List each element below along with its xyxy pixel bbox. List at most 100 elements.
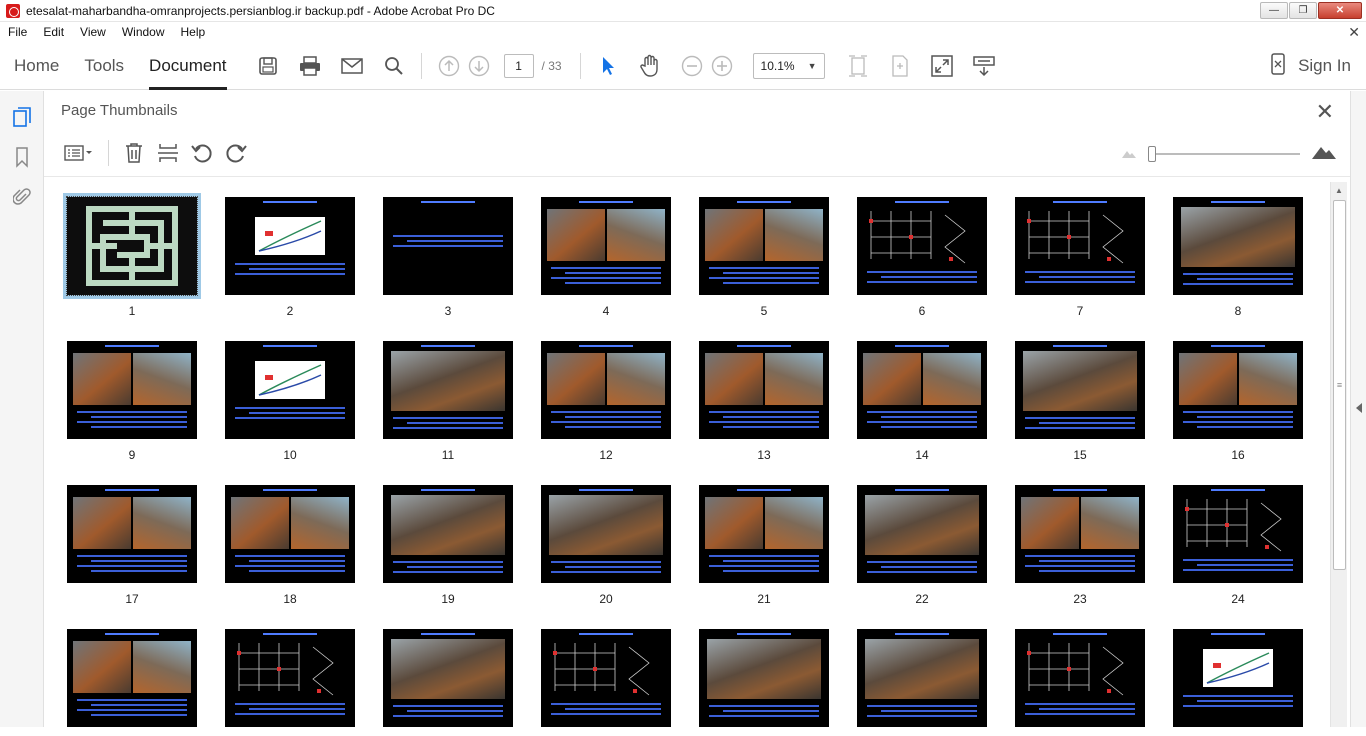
- sign-in-button[interactable]: Sign In: [1298, 56, 1351, 76]
- page-thumbnail[interactable]: 17: [62, 485, 202, 606]
- close-icon[interactable]: ✕: [1316, 99, 1334, 125]
- page-thumbnail[interactable]: [378, 629, 518, 736]
- thumbnail-heading: [1211, 345, 1265, 347]
- slide-photo: [765, 497, 823, 549]
- menu-edit[interactable]: Edit: [35, 25, 72, 39]
- rotate-counterclockwise-icon[interactable]: [189, 140, 215, 166]
- page-thumbnail[interactable]: 21: [694, 485, 834, 606]
- page-thumbnail[interactable]: 1: [62, 196, 202, 318]
- search-icon[interactable]: [379, 51, 409, 81]
- page-thumbnail[interactable]: 24: [1168, 485, 1308, 606]
- fit-width-icon[interactable]: [843, 51, 873, 81]
- page-thumbnails-icon[interactable]: [0, 97, 44, 137]
- page-thumbnail[interactable]: 10: [220, 341, 360, 462]
- page-number-input[interactable]: 1: [503, 53, 534, 78]
- thumbnail-heading: [105, 633, 159, 635]
- print-icon[interactable]: [295, 51, 325, 81]
- page-thumbnail[interactable]: 5: [694, 197, 834, 318]
- tab-tools[interactable]: Tools: [84, 42, 124, 90]
- options-menu-icon[interactable]: [62, 140, 96, 166]
- close-document-icon[interactable]: ✕: [1348, 24, 1360, 41]
- scroll-up-icon[interactable]: ▲: [1331, 182, 1347, 199]
- menu-help[interactable]: Help: [173, 25, 214, 39]
- menu-file[interactable]: File: [0, 25, 35, 39]
- tab-document[interactable]: Document: [149, 42, 227, 90]
- thumbnail-image: [541, 629, 671, 727]
- thumbnail-text-line: [1197, 426, 1293, 428]
- close-button[interactable]: ✕: [1318, 2, 1362, 19]
- page-number-label: 15: [1073, 448, 1087, 462]
- page-thumbnail[interactable]: [220, 629, 360, 736]
- zoom-in-icon[interactable]: [707, 51, 737, 81]
- page-thumbnail[interactable]: 23: [1010, 485, 1150, 606]
- page-thumbnail[interactable]: 14: [852, 341, 992, 462]
- page-thumbnail[interactable]: 12: [536, 341, 676, 462]
- page-thumbnail[interactable]: 18: [220, 485, 360, 606]
- zoom-select[interactable]: 10.1% ▼: [752, 52, 825, 79]
- page-thumbnail[interactable]: 22: [852, 485, 992, 606]
- page-thumbnail[interactable]: 16: [1168, 341, 1308, 462]
- page-thumbnail[interactable]: [1168, 629, 1308, 736]
- thumbnail-image: [1173, 485, 1303, 583]
- page-view-icon[interactable]: [885, 51, 915, 81]
- read-mode-icon[interactable]: [969, 51, 999, 81]
- page-thumbnail[interactable]: 2: [220, 197, 360, 318]
- page-thumbnail[interactable]: [62, 629, 202, 736]
- slider-handle[interactable]: [1148, 145, 1156, 162]
- rotate-clockwise-icon[interactable]: [223, 140, 249, 166]
- vertical-scrollbar[interactable]: ▲ ≡: [1330, 182, 1347, 727]
- select-cursor-icon[interactable]: [593, 51, 623, 81]
- tab-home[interactable]: Home: [14, 42, 59, 90]
- thumbnail-text-line: [867, 715, 977, 717]
- page-thumbnail[interactable]: 9: [62, 341, 202, 462]
- slide-photo: [133, 353, 191, 405]
- page-thumbnail[interactable]: 7: [1010, 197, 1150, 318]
- page-thumbnail[interactable]: [694, 629, 834, 736]
- page-thumbnail[interactable]: 3: [378, 197, 518, 318]
- page-thumbnail[interactable]: 19: [378, 485, 518, 606]
- page-thumbnail[interactable]: 6: [852, 197, 992, 318]
- page-number-label: 10: [283, 448, 297, 462]
- save-icon[interactable]: [253, 51, 283, 81]
- delete-icon[interactable]: [121, 140, 147, 166]
- chevron-down-icon: ▼: [807, 60, 817, 71]
- hand-tool-icon[interactable]: [635, 51, 665, 81]
- expand-right-pane-icon[interactable]: [1356, 403, 1362, 413]
- page-thumbnail[interactable]: 15: [1010, 341, 1150, 462]
- menu-view[interactable]: View: [72, 25, 114, 39]
- thumbnail-heading: [1053, 489, 1107, 491]
- full-screen-icon[interactable]: [927, 51, 957, 81]
- scrollbar-thumb[interactable]: ≡: [1333, 200, 1346, 570]
- thumbnail-text-line: [235, 703, 345, 705]
- page-thumbnail[interactable]: [852, 629, 992, 736]
- thumbnail-text-line: [551, 713, 661, 715]
- minimize-button[interactable]: —: [1260, 2, 1288, 19]
- bookmark-icon[interactable]: [0, 137, 44, 177]
- page-thumbnail[interactable]: [536, 629, 676, 736]
- zoom-out-icon[interactable]: [677, 51, 707, 81]
- page-thumbnail[interactable]: [1010, 629, 1150, 736]
- small-mountain-icon[interactable]: [1122, 145, 1136, 163]
- page-thumbnail[interactable]: 13: [694, 341, 834, 462]
- thumbnail-heading: [263, 201, 317, 203]
- thumbnail-image: [1015, 629, 1145, 727]
- window-controls: — ❐ ✕: [1260, 2, 1362, 19]
- thumbnail-text-line: [1183, 559, 1293, 561]
- page-thumbnail[interactable]: 11: [378, 341, 518, 462]
- page-thumbnail[interactable]: 4: [536, 197, 676, 318]
- page-thumbnail[interactable]: 8: [1168, 197, 1308, 318]
- thumbnail-text-line: [565, 272, 661, 274]
- large-mountain-icon[interactable]: [1312, 143, 1336, 164]
- restore-button[interactable]: ❐: [1289, 2, 1317, 19]
- mobile-link-icon[interactable]: [1270, 52, 1286, 80]
- next-page-icon[interactable]: [464, 51, 494, 81]
- previous-page-icon[interactable]: [434, 51, 464, 81]
- insert-page-icon[interactable]: [155, 140, 181, 166]
- menu-window[interactable]: Window: [114, 25, 173, 39]
- thumbnail-image: [1015, 341, 1145, 439]
- page-thumbnail[interactable]: 20: [536, 485, 676, 606]
- slide-photo: [133, 641, 191, 693]
- slider-track[interactable]: [1148, 145, 1300, 162]
- email-icon[interactable]: [337, 51, 367, 81]
- attachment-icon[interactable]: [0, 177, 44, 217]
